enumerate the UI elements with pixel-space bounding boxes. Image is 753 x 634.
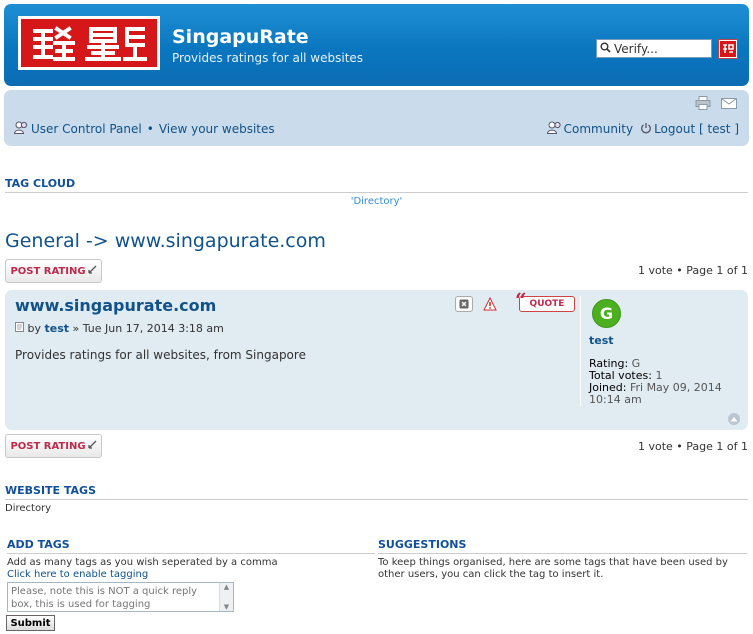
post-author-line: by test » Tue Jun 17, 2014 3:18 am [15, 322, 224, 335]
pencil-icon [87, 265, 97, 277]
post-author-link[interactable]: test [45, 322, 70, 335]
post: www.singapurate.com by test » Tue Jun 17… [5, 288, 748, 430]
post-icon [15, 322, 28, 335]
post-rating-label-bottom: POST RATING [10, 440, 86, 452]
submit-button[interactable]: Submit [6, 615, 55, 631]
user-control-panel-link[interactable]: User Control Panel [31, 122, 142, 136]
community-link[interactable]: Community [564, 122, 633, 136]
print-icon[interactable] [695, 96, 711, 113]
nav-utility-icons [695, 96, 737, 113]
quote-label: QUOTE [529, 299, 565, 309]
profile-username[interactable]: test [589, 334, 745, 347]
post-by-label: by [27, 322, 42, 335]
delete-icon [459, 299, 469, 309]
post-profile: G test Rating: G Total votes: 1 Joined: … [580, 296, 745, 406]
search-input[interactable] [614, 41, 704, 56]
avatar[interactable]: G [592, 299, 621, 328]
email-icon[interactable] [721, 96, 737, 113]
delete-button[interactable] [455, 296, 473, 312]
suggestions-description: To keep things organised, here are some … [378, 557, 728, 580]
user-icon [13, 121, 29, 137]
post-rating-button-bottom[interactable]: POST RATING [5, 434, 102, 458]
scroll-up-icon[interactable]: ▲ [224, 583, 229, 591]
profile-info: Rating: G Total votes: 1 Joined: Fri May… [589, 358, 745, 406]
view-websites-link[interactable]: View your websites [159, 122, 275, 136]
navbar: User Control Panel • View your websites … [4, 90, 749, 146]
site-logo[interactable] [18, 16, 160, 70]
post-buttons: “ QUOTE [455, 288, 575, 312]
tag-cloud-item[interactable]: 'Directory' [0, 196, 753, 207]
pencil-icon [87, 440, 97, 452]
logout-link[interactable]: Logout [ test ] [654, 122, 739, 136]
site-description: Provides ratings for all websites [172, 51, 364, 65]
quote-button[interactable]: “ QUOTE [515, 288, 575, 312]
add-tags-heading: Add Tags [7, 538, 375, 554]
nav-right-links: Community Logout [ test ] [546, 121, 739, 137]
community-icon [546, 121, 562, 137]
topic-title[interactable]: General -> www.singapurate.com [5, 230, 326, 252]
pagination-bottom: 1 vote • Page 1 of 1 [637, 440, 748, 453]
post-rating-label: POST RATING [10, 265, 86, 277]
website-tags-heading: Website Tags [5, 484, 748, 500]
scroll-down-icon[interactable]: ▼ [224, 603, 229, 611]
tag-cloud-heading: Tag cloud [5, 177, 748, 193]
search-icon [600, 42, 611, 56]
suggestions-heading: Suggestions [378, 538, 747, 554]
add-tags-desc-text: Add as many tags as you wish seperated b… [7, 557, 278, 568]
pagination-top: 1 vote • Page 1 of 1 [637, 264, 748, 277]
logo-graphic [21, 19, 157, 67]
quote-icon: “ [515, 288, 527, 312]
website-tag-item[interactable]: Directory [5, 503, 51, 514]
nav-left-links: User Control Panel • View your websites [13, 121, 275, 137]
tag-input[interactable] [7, 582, 234, 612]
post-rating-button[interactable]: POST RATING [5, 259, 102, 283]
search-box[interactable] [596, 39, 712, 58]
post-body: Provides ratings for all websites, from … [15, 348, 306, 362]
power-icon [640, 122, 652, 137]
logo-mini-icon [720, 41, 736, 57]
site-header: SingapuRate Provides ratings for all web… [4, 4, 749, 86]
post-date: » Tue Jun 17, 2014 3:18 am [72, 322, 224, 335]
textarea-scrollbar[interactable]: ▲ ▼ [219, 583, 233, 611]
site-title[interactable]: SingapuRate [172, 26, 309, 48]
report-button[interactable] [481, 296, 499, 312]
search-go-button[interactable] [718, 39, 738, 59]
back-to-top-icon[interactable] [728, 413, 740, 425]
enable-tagging-link[interactable]: Click here to enable tagging [7, 569, 148, 580]
nav-separator: • [146, 122, 154, 136]
warning-icon [483, 297, 497, 311]
add-tags-description: Add as many tags as you wish seperated b… [7, 557, 367, 581]
post-title[interactable]: www.singapurate.com [15, 296, 216, 315]
